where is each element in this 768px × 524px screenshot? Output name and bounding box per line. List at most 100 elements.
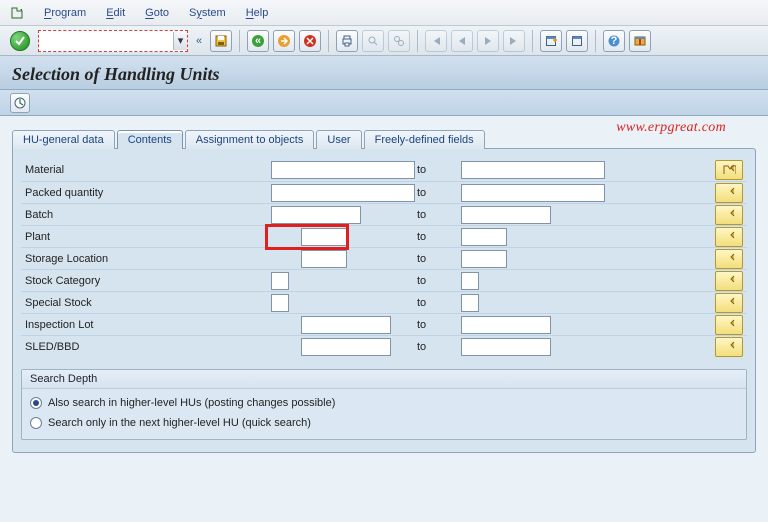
first-page-icon <box>425 30 447 52</box>
tabstrip-container: www.erpgreat.com HU-general data Content… <box>12 126 756 453</box>
title-area: Selection of Handling Units <box>0 56 768 90</box>
layout-icon[interactable] <box>629 30 651 52</box>
packed-qty-from-input[interactable] <box>271 184 415 202</box>
packed-qty-to-input[interactable] <box>461 184 605 202</box>
packed-qty-multiselect-button[interactable] <box>715 183 743 203</box>
plant-to-input[interactable] <box>461 228 507 246</box>
collapse-toolbar-icon[interactable]: « <box>192 35 206 47</box>
row-special-stock: Special Stock to <box>21 291 747 313</box>
sled-from-input[interactable] <box>301 338 391 356</box>
label-sled-bbd: SLED/BBD <box>21 341 271 353</box>
batch-from-input[interactable] <box>271 206 361 224</box>
tab-hu-general-data[interactable]: HU-general data <box>12 130 115 149</box>
svg-text:?: ? <box>611 35 618 47</box>
storage-loc-from-input[interactable] <box>301 250 347 268</box>
enter-button[interactable] <box>10 31 30 51</box>
storage-loc-multiselect-button[interactable] <box>715 249 743 269</box>
help-icon[interactable]: ? <box>603 30 625 52</box>
tab-contents[interactable]: Contents <box>117 130 183 149</box>
special-stock-to-input[interactable] <box>461 294 479 312</box>
row-storage-location: Storage Location to <box>21 247 747 269</box>
last-page-icon <box>503 30 525 52</box>
menu-goto[interactable]: Goto <box>145 7 169 19</box>
label-material: Material <box>21 164 271 176</box>
material-to-input[interactable] <box>461 161 605 179</box>
cancel-icon[interactable] <box>299 30 321 52</box>
toolbar-separator <box>328 30 329 52</box>
sled-to-input[interactable] <box>461 338 551 356</box>
special-stock-from-input[interactable] <box>271 294 289 312</box>
stock-cat-multiselect-button[interactable] <box>715 271 743 291</box>
label-inspection-lot: Inspection Lot <box>21 319 271 331</box>
svg-text:«: « <box>255 35 261 47</box>
save-icon[interactable] <box>210 30 232 52</box>
tab-freely-defined-fields[interactable]: Freely-defined fields <box>364 130 485 149</box>
radio-search-only-next[interactable]: Search only in the next higher-level HU … <box>30 413 738 433</box>
toolbar-separator <box>239 30 240 52</box>
search-depth-legend: Search Depth <box>22 370 746 389</box>
app-toolbar-secondary <box>0 90 768 116</box>
menu-edit[interactable]: Edit <box>106 7 125 19</box>
tab-contents-body: Material to Packed quantity to Batch to <box>12 148 756 453</box>
command-input[interactable] <box>39 32 173 50</box>
stock-cat-from-input[interactable] <box>271 272 289 290</box>
row-sled-bbd: SLED/BBD to <box>21 335 747 357</box>
next-page-icon <box>477 30 499 52</box>
label-packed-quantity: Packed quantity <box>21 187 271 199</box>
row-material: Material to <box>21 159 747 181</box>
label-special-stock: Special Stock <box>21 297 271 309</box>
material-from-input[interactable] <box>271 161 415 179</box>
plant-from-input[interactable] <box>301 228 347 246</box>
toolbar-separator <box>532 30 533 52</box>
storage-loc-to-input[interactable] <box>461 250 507 268</box>
stock-cat-to-input[interactable] <box>461 272 479 290</box>
to-label: to <box>411 253 461 265</box>
sled-multiselect-button[interactable] <box>715 337 743 357</box>
inspection-lot-multiselect-button[interactable] <box>715 315 743 335</box>
radio-icon[interactable] <box>30 417 42 429</box>
to-label: to <box>411 275 461 287</box>
to-label: to <box>411 319 461 331</box>
radio-label: Also search in higher-level HUs (posting… <box>48 397 335 409</box>
tab-assignment-to-objects[interactable]: Assignment to objects <box>185 130 315 149</box>
menu-program[interactable]: Program <box>44 7 86 19</box>
find-icon <box>362 30 384 52</box>
label-stock-category: Stock Category <box>21 275 271 287</box>
menu-system[interactable]: System <box>189 7 226 19</box>
row-batch: Batch to <box>21 203 747 225</box>
material-multiselect-button[interactable] <box>715 160 743 180</box>
radio-label: Search only in the next higher-level HU … <box>48 417 311 429</box>
menu-bar: Program Edit Goto System Help <box>0 0 768 26</box>
toolbar-separator <box>417 30 418 52</box>
radio-also-search-higher[interactable]: Also search in higher-level HUs (posting… <box>30 393 738 413</box>
back-icon[interactable]: « <box>247 30 269 52</box>
to-label: to <box>411 164 461 176</box>
search-depth-group: Search Depth Also search in higher-level… <box>21 369 747 440</box>
page-title: Selection of Handling Units <box>12 64 756 85</box>
prev-page-icon <box>451 30 473 52</box>
command-dropdown-icon[interactable]: ▾ <box>173 32 187 50</box>
plant-multiselect-button[interactable] <box>715 227 743 247</box>
inspection-lot-to-input[interactable] <box>461 316 551 334</box>
menu-handle-icon[interactable] <box>10 6 24 20</box>
row-packed-quantity: Packed quantity to <box>21 181 747 203</box>
to-label: to <box>411 231 461 243</box>
label-storage-location: Storage Location <box>21 253 271 265</box>
special-stock-multiselect-button[interactable] <box>715 293 743 313</box>
label-plant: Plant <box>21 231 271 243</box>
command-field[interactable]: ▾ <box>38 30 188 52</box>
create-shortcut-icon[interactable] <box>566 30 588 52</box>
batch-multiselect-button[interactable] <box>715 205 743 225</box>
inspection-lot-from-input[interactable] <box>301 316 391 334</box>
menu-help[interactable]: Help <box>246 7 269 19</box>
exit-icon[interactable] <box>273 30 295 52</box>
row-plant: Plant to <box>21 225 747 247</box>
content-area: www.erpgreat.com HU-general data Content… <box>0 116 768 522</box>
to-label: to <box>411 297 461 309</box>
new-session-icon[interactable] <box>540 30 562 52</box>
batch-to-input[interactable] <box>461 206 551 224</box>
tab-user[interactable]: User <box>316 130 361 149</box>
radio-icon[interactable] <box>30 397 42 409</box>
execute-icon[interactable] <box>10 93 30 113</box>
print-icon[interactable] <box>336 30 358 52</box>
